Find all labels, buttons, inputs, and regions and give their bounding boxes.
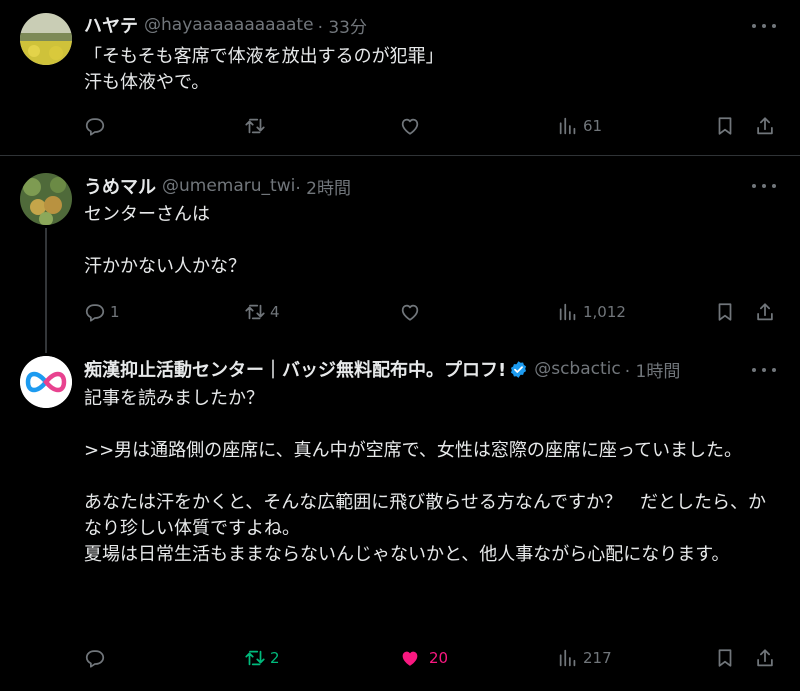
reply-button[interactable] xyxy=(84,112,110,140)
tweet-umemaru[interactable]: うめマル @umemaru_twi · 2時間 センターさんは 汗かかない人かな… xyxy=(0,156,800,353)
avatar[interactable] xyxy=(20,13,72,65)
view-count: 1,012 xyxy=(583,303,626,321)
like-icon xyxy=(399,301,421,323)
display-name[interactable]: ハヤテ xyxy=(84,12,138,38)
tweet-hayate[interactable]: ハヤテ @hayaaaaaaaaaate · 33分 「そもそも客席で体液を放出… xyxy=(0,0,800,155)
views-icon xyxy=(557,301,579,323)
like-icon xyxy=(399,115,421,137)
display-name[interactable]: うめマル xyxy=(84,173,156,199)
timestamp[interactable]: · 33分 xyxy=(318,13,367,38)
tweet-header: 痴漢抑止活動センター｜バッジ無料配布中。プロフ! @scbactic · 1時間 xyxy=(84,356,744,382)
share-button[interactable] xyxy=(754,644,776,672)
retweet-icon xyxy=(244,647,266,669)
share-button[interactable] xyxy=(754,112,776,140)
tweet-scbactic[interactable]: 痴漢抑止活動センター｜バッジ無料配布中。プロフ! @scbactic · 1時間… xyxy=(0,346,800,691)
share-icon xyxy=(754,647,776,669)
reply-icon xyxy=(84,115,106,137)
avatar[interactable] xyxy=(20,356,72,408)
action-bar: 2 20 217 xyxy=(84,644,784,672)
timestamp[interactable]: · 2時間 xyxy=(295,174,351,199)
view-count: 61 xyxy=(583,117,603,135)
views-button[interactable]: 217 xyxy=(557,644,612,672)
like-icon xyxy=(399,647,421,669)
more-icon[interactable] xyxy=(752,360,776,380)
retweet-count: 2 xyxy=(270,649,280,667)
avatar-image xyxy=(20,173,72,225)
like-count: 20 xyxy=(429,649,449,667)
bookmark-icon xyxy=(714,647,736,669)
view-count: 217 xyxy=(583,649,612,667)
like-button[interactable] xyxy=(399,112,425,140)
views-icon xyxy=(557,647,579,669)
share-button[interactable] xyxy=(754,298,776,326)
reply-icon xyxy=(84,647,106,669)
action-bar: 1 4 1,012 xyxy=(84,298,784,326)
like-button[interactable] xyxy=(399,298,425,326)
user-handle[interactable]: @scbactic xyxy=(534,359,621,379)
more-icon[interactable] xyxy=(752,176,776,196)
reply-button[interactable]: 1 xyxy=(84,298,120,326)
retweet-button[interactable] xyxy=(244,112,270,140)
timestamp[interactable]: · 1時間 xyxy=(625,357,681,382)
bookmark-button[interactable] xyxy=(714,112,736,140)
share-icon xyxy=(754,301,776,323)
tweet-text: センターさんは 汗かかない人かな？ xyxy=(84,204,246,277)
bookmark-icon xyxy=(714,301,736,323)
tweet-header: うめマル @umemaru_twi · 2時間 xyxy=(84,173,744,199)
infinity-logo-icon xyxy=(20,356,72,408)
like-button[interactable]: 20 xyxy=(399,644,448,672)
tweet-text: 「そもそも客席で体液を放出するのが犯罪」 汗も体液やで。 xyxy=(84,46,444,93)
reply-count: 1 xyxy=(110,303,120,321)
verified-badge-icon xyxy=(511,360,527,378)
tweet-header: ハヤテ @hayaaaaaaaaaate · 33分 xyxy=(84,12,744,38)
reply-icon xyxy=(84,301,106,323)
views-button[interactable]: 1,012 xyxy=(557,298,626,326)
tweet-text: 記事を読みましたか？ >>男は通路側の座席に、真ん中が空席で、女性は窓際の座席に… xyxy=(84,388,767,565)
retweet-button[interactable]: 4 xyxy=(244,298,280,326)
reply-button[interactable] xyxy=(84,644,110,672)
thread-line xyxy=(45,228,47,353)
views-button[interactable]: 61 xyxy=(557,112,602,140)
avatar[interactable] xyxy=(20,173,72,225)
retweet-icon xyxy=(244,115,266,137)
more-icon[interactable] xyxy=(752,16,776,36)
retweet-count: 4 xyxy=(270,303,280,321)
views-icon xyxy=(557,115,579,137)
share-icon xyxy=(754,115,776,137)
bookmark-button[interactable] xyxy=(714,298,736,326)
bookmark-button[interactable] xyxy=(714,644,736,672)
avatar-image xyxy=(20,13,72,65)
user-handle[interactable]: @umemaru_twi xyxy=(162,176,295,196)
bookmark-icon xyxy=(714,115,736,137)
user-handle[interactable]: @hayaaaaaaaaaate xyxy=(144,15,314,35)
display-name[interactable]: 痴漢抑止活動センター｜バッジ無料配布中。プロフ! xyxy=(84,356,506,382)
action-bar: 61 xyxy=(84,112,784,140)
retweet-button[interactable]: 2 xyxy=(244,644,280,672)
retweet-icon xyxy=(244,301,266,323)
